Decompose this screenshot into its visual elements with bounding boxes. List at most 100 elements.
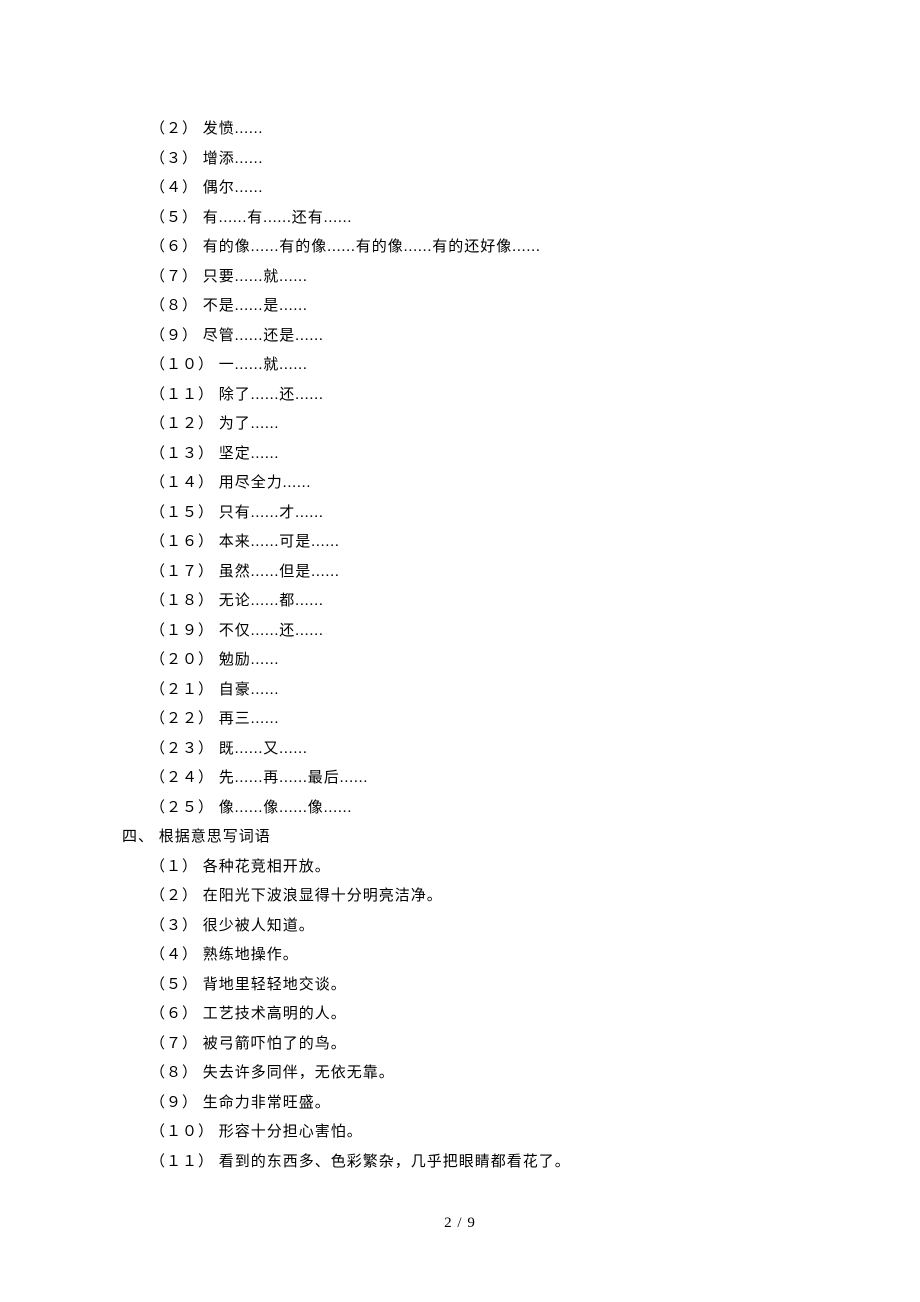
item-text: 各种花竞相开放。 (203, 859, 331, 875)
item-number: （２０） (150, 652, 214, 668)
list-item: （１５） 只有......才...... (150, 499, 800, 529)
section-1-list: （２） 发愤...... （３） 增添...... （４） 偶尔...... （… (150, 115, 800, 823)
list-item: （７） 只要......就...... (150, 263, 800, 293)
item-number: （２４） (150, 770, 214, 786)
item-text: 熟练地操作。 (203, 947, 299, 963)
item-number: （８） (150, 298, 198, 314)
item-text: 看到的东西多、色彩繁杂，几乎把眼睛都看花了。 (219, 1154, 571, 1170)
item-text: 背地里轻轻地交谈。 (203, 977, 347, 993)
item-text: 增添...... (203, 151, 264, 167)
list-item: （１０） 一......就...... (150, 351, 800, 381)
item-number: （５） (150, 977, 198, 993)
item-text: 有......有......还有...... (203, 210, 353, 226)
item-number: （９） (150, 1095, 198, 1111)
item-text: 尽管......还是...... (203, 328, 324, 344)
item-number: （１９） (150, 623, 214, 639)
item-number: （１４） (150, 475, 214, 491)
section-heading: 四、 根据意思写词语 (122, 823, 800, 853)
list-item: （９） 尽管......还是...... (150, 322, 800, 352)
item-number: （１６） (150, 534, 214, 550)
item-number: （３） (150, 918, 198, 934)
item-text: 被弓箭吓怕了的鸟。 (203, 1036, 347, 1052)
item-text: 发愤...... (203, 121, 264, 137)
item-text: 坚定...... (219, 446, 280, 462)
item-number: （２） (150, 121, 198, 137)
item-number: （１） (150, 859, 198, 875)
item-text: 形容十分担心害怕。 (219, 1124, 363, 1140)
list-item: （２４） 先......再......最后...... (150, 764, 800, 794)
item-text: 除了......还...... (219, 387, 324, 403)
list-item: （９） 生命力非常旺盛。 (150, 1089, 800, 1119)
item-number: （１２） (150, 416, 214, 432)
item-number: （５） (150, 210, 198, 226)
list-item: （４） 偶尔...... (150, 174, 800, 204)
list-item: （１６） 本来......可是...... (150, 528, 800, 558)
section-2-list: （１） 各种花竞相开放。 （２） 在阳光下波浪显得十分明亮洁净。 （３） 很少被… (150, 853, 800, 1178)
item-text: 勉励...... (219, 652, 280, 668)
list-item: （８） 不是......是...... (150, 292, 800, 322)
item-text: 不是......是...... (203, 298, 308, 314)
list-item: （６） 有的像......有的像......有的像......有的还好像....… (150, 233, 800, 263)
item-number: （９） (150, 328, 198, 344)
list-item: （２５） 像......像......像...... (150, 794, 800, 824)
list-item: （４） 熟练地操作。 (150, 941, 800, 971)
item-number: （８） (150, 1065, 198, 1081)
item-text: 本来......可是...... (219, 534, 340, 550)
list-item: （２２） 再三...... (150, 705, 800, 735)
item-number: （１５） (150, 505, 214, 521)
item-number: （１０） (150, 1124, 214, 1140)
list-item: （１９） 不仅......还...... (150, 617, 800, 647)
list-item: （５） 有......有......还有...... (150, 204, 800, 234)
item-number: （２５） (150, 800, 214, 816)
list-item: （１８） 无论......都...... (150, 587, 800, 617)
item-text: 工艺技术高明的人。 (203, 1006, 347, 1022)
document-page: （２） 发愤...... （３） 增添...... （４） 偶尔...... （… (0, 0, 920, 1302)
list-item: （３） 增添...... (150, 145, 800, 175)
item-text: 不仅......还...... (219, 623, 324, 639)
item-text: 既......又...... (219, 741, 308, 757)
item-number: （１１） (150, 1154, 214, 1170)
list-item: （１０） 形容十分担心害怕。 (150, 1118, 800, 1148)
item-text: 用尽全力...... (219, 475, 312, 491)
item-text: 失去许多同伴，无依无靠。 (203, 1065, 395, 1081)
list-item: （１） 各种花竞相开放。 (150, 853, 800, 883)
list-item: （７） 被弓箭吓怕了的鸟。 (150, 1030, 800, 1060)
list-item: （３） 很少被人知道。 (150, 912, 800, 942)
item-number: （６） (150, 1006, 198, 1022)
item-text: 只要......就...... (203, 269, 308, 285)
list-item: （１１） 看到的东西多、色彩繁杂，几乎把眼睛都看花了。 (150, 1148, 800, 1178)
item-text: 为了...... (219, 416, 280, 432)
list-item: （５） 背地里轻轻地交谈。 (150, 971, 800, 1001)
page-number: 2 / 9 (0, 1215, 920, 1232)
list-item: （６） 工艺技术高明的人。 (150, 1000, 800, 1030)
list-item: （１１） 除了......还...... (150, 381, 800, 411)
item-number: （１０） (150, 357, 214, 373)
list-item: （２１） 自豪...... (150, 676, 800, 706)
list-item: （８） 失去许多同伴，无依无靠。 (150, 1059, 800, 1089)
item-text: 一......就...... (219, 357, 308, 373)
list-item: （１３） 坚定...... (150, 440, 800, 470)
item-number: （７） (150, 1036, 198, 1052)
list-item: （２３） 既......又...... (150, 735, 800, 765)
item-number: （２１） (150, 682, 214, 698)
item-text: 无论......都...... (219, 593, 324, 609)
item-number: （４） (150, 947, 198, 963)
item-text: 有的像......有的像......有的像......有的还好像...... (203, 239, 541, 255)
item-text: 只有......才...... (219, 505, 324, 521)
item-text: 在阳光下波浪显得十分明亮洁净。 (203, 888, 443, 904)
item-text: 很少被人知道。 (203, 918, 315, 934)
item-number: （１３） (150, 446, 214, 462)
item-text: 像......像......像...... (219, 800, 353, 816)
list-item: （１４） 用尽全力...... (150, 469, 800, 499)
item-number: （３） (150, 151, 198, 167)
item-number: （２） (150, 888, 198, 904)
item-number: （６） (150, 239, 198, 255)
item-text: 虽然......但是...... (219, 564, 340, 580)
item-number: （１７） (150, 564, 214, 580)
list-item: （１７） 虽然......但是...... (150, 558, 800, 588)
item-number: （１８） (150, 593, 214, 609)
item-text: 偶尔...... (203, 180, 264, 196)
item-number: （２２） (150, 711, 214, 727)
item-number: （１１） (150, 387, 214, 403)
list-item: （１２） 为了...... (150, 410, 800, 440)
